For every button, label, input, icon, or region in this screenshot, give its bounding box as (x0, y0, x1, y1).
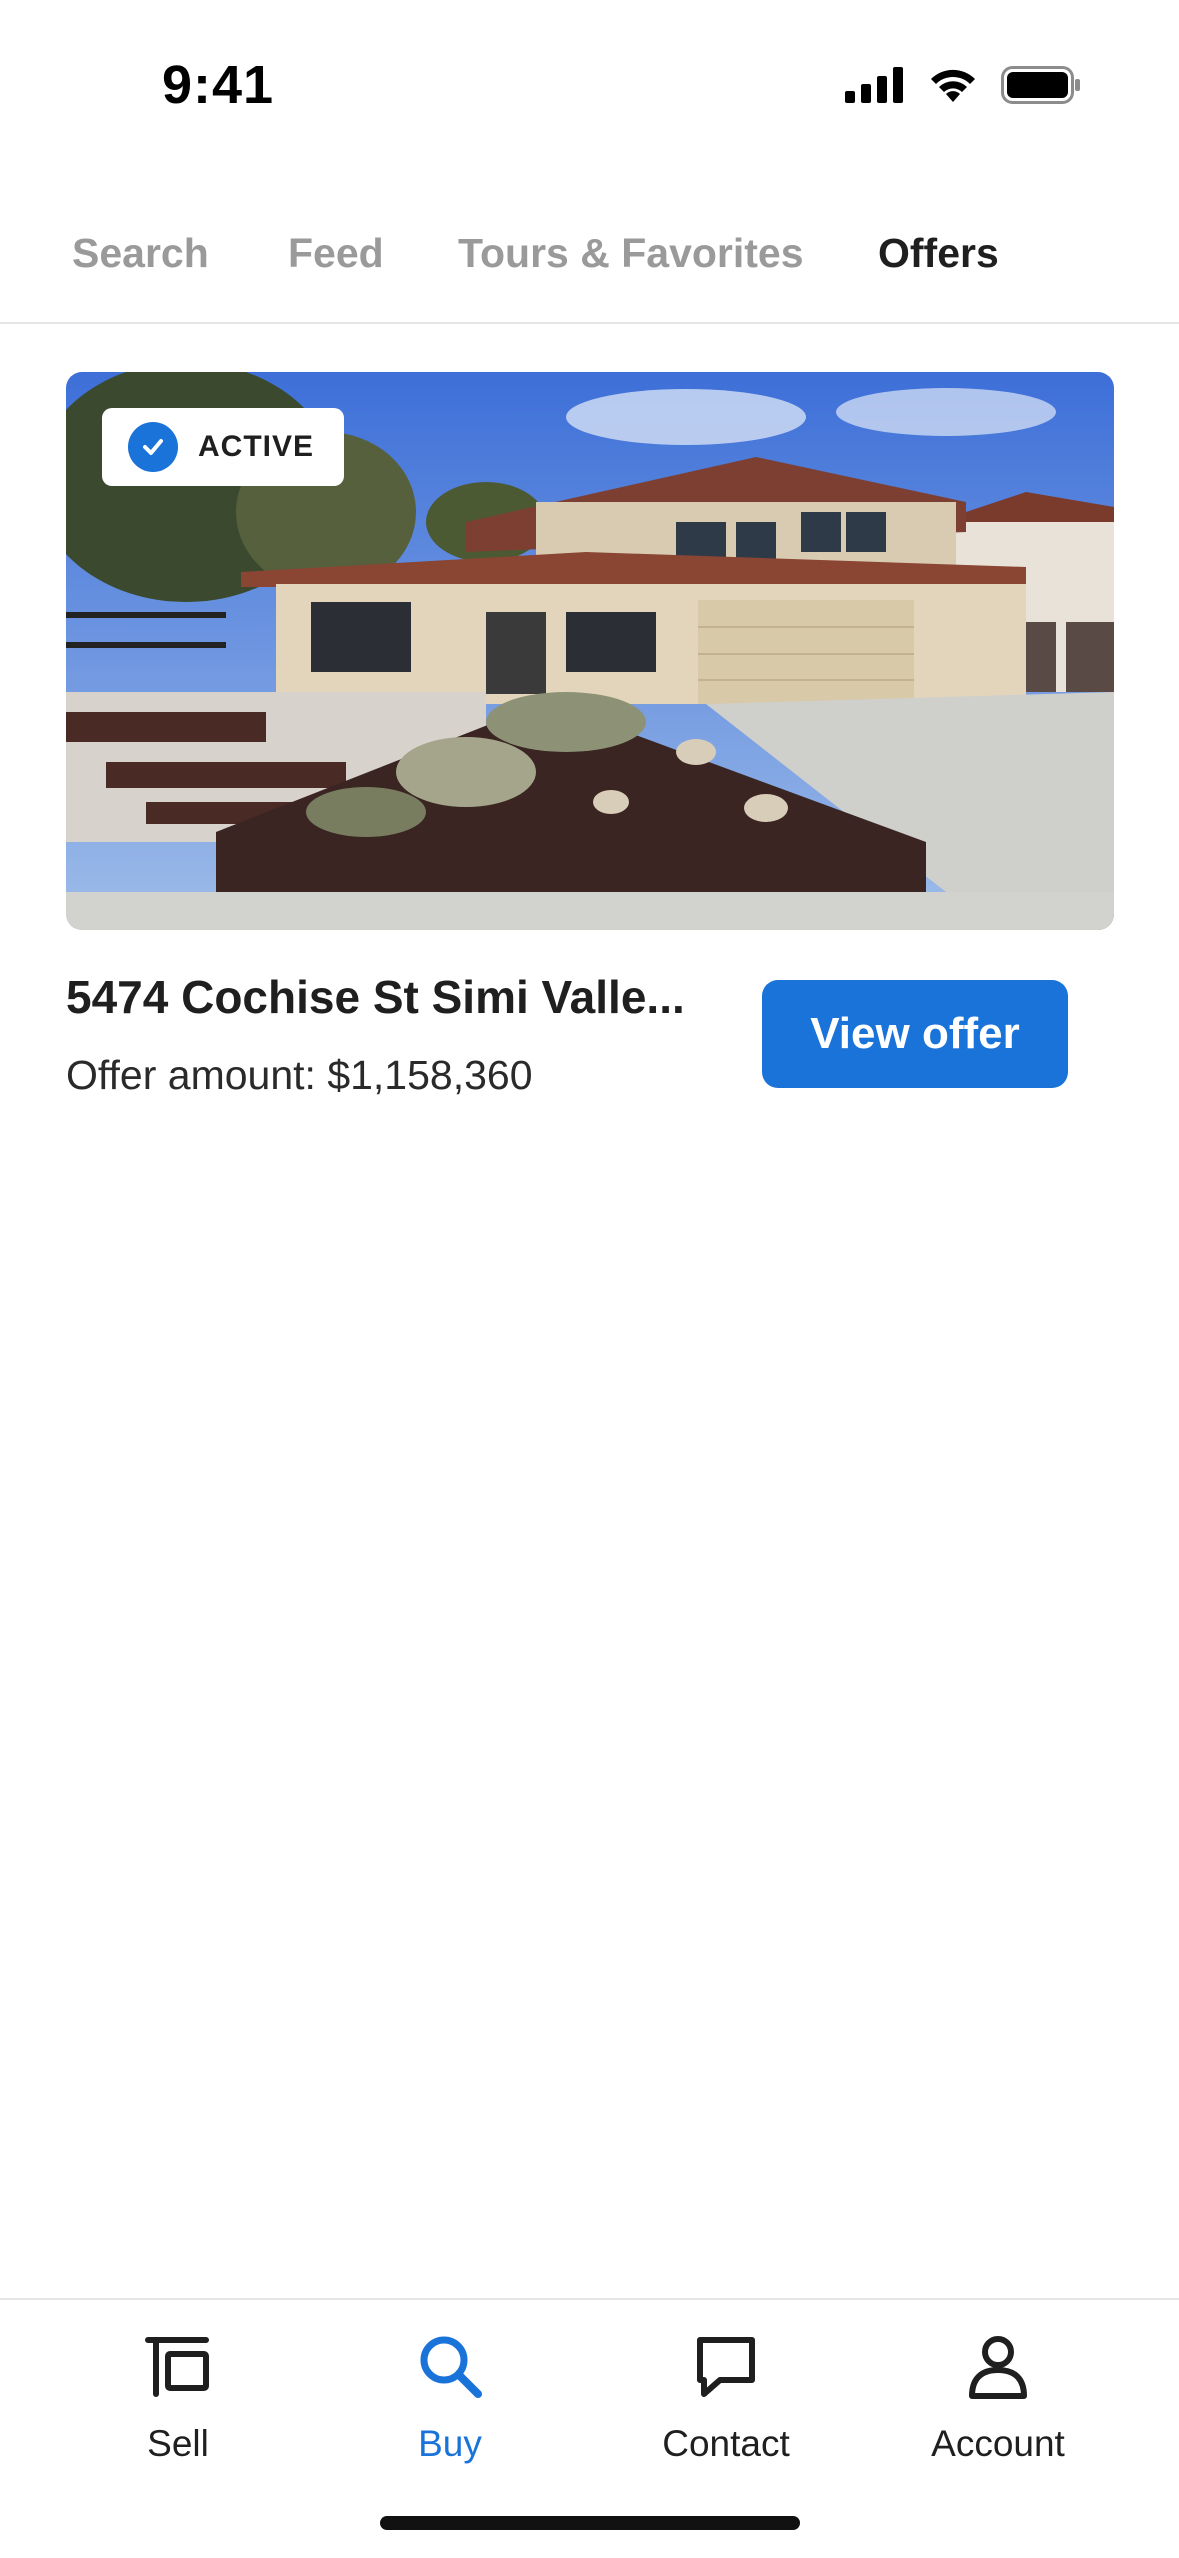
status-badge-label: ACTIVE (198, 430, 315, 463)
nav-label-contact: Contact (662, 2423, 790, 2464)
nav-item-sell[interactable]: Sell (68, 2330, 288, 2465)
offer-info: 5474 Cochise St Simi Valle... Offer amou… (66, 930, 1114, 1100)
nav-item-contact[interactable]: Contact (616, 2330, 836, 2465)
offer-amount: Offer amount: $1,158,360 (66, 1052, 533, 1098)
search-icon (414, 2330, 486, 2407)
offer-card[interactable]: ACTIVE 5474 Cochise St Simi Valle... Off… (66, 372, 1114, 1100)
nav-label-sell: Sell (147, 2423, 209, 2464)
sell-icon (142, 2330, 214, 2407)
nav-item-account[interactable]: Account (888, 2330, 1108, 2465)
status-bar: 9:41 (0, 0, 1179, 170)
property-photo[interactable]: ACTIVE (66, 372, 1114, 930)
person-icon (962, 2330, 1034, 2407)
battery-icon (1001, 66, 1081, 109)
checkmark-icon (128, 422, 178, 472)
chat-icon (690, 2330, 762, 2407)
top-tabs: Search Feed Tours & Favorites Offers (0, 200, 1179, 324)
view-offer-button[interactable]: View offer (762, 980, 1068, 1088)
nav-item-buy[interactable]: Buy (340, 2330, 560, 2465)
tab-tours-favorites[interactable]: Tours & Favorites (458, 230, 804, 277)
status-badge: ACTIVE (102, 408, 345, 486)
property-address: 5474 Cochise St Simi Valle... (66, 971, 685, 1023)
tab-offers[interactable]: Offers (878, 230, 999, 277)
tab-feed[interactable]: Feed (288, 230, 384, 277)
wifi-icon (927, 66, 979, 109)
tab-search[interactable]: Search (72, 230, 209, 277)
home-indicator (380, 2516, 800, 2530)
status-icons (845, 66, 1081, 109)
nav-label-buy: Buy (418, 2423, 482, 2464)
nav-label-account: Account (931, 2423, 1065, 2464)
status-time: 9:41 (162, 55, 275, 115)
cellular-signal-icon (845, 67, 905, 108)
